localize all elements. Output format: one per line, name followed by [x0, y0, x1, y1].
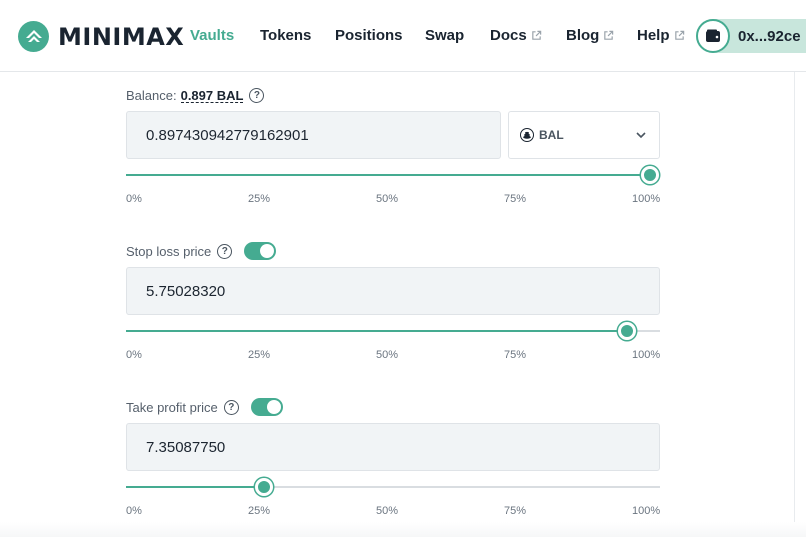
- stop-loss-slider[interactable]: [126, 321, 660, 341]
- slider-fill: [126, 174, 650, 176]
- balance-max-value[interactable]: 0.897 BAL: [180, 89, 244, 103]
- tick-100: 100%: [632, 193, 661, 205]
- help-icon[interactable]: ?: [217, 243, 233, 259]
- nav-docs[interactable]: Docs: [490, 27, 542, 44]
- nav-blog-label: Blog: [566, 27, 600, 44]
- nav-vaults-label: Vaults: [190, 27, 235, 44]
- nav-blog[interactable]: Blog: [566, 27, 614, 44]
- tick-25: 25%: [248, 505, 271, 517]
- wallet-icon: [696, 19, 730, 53]
- take-profit-input-value: 7.35087750: [146, 438, 226, 456]
- stop-loss-slider-ticks: 0% 25% 50% 75% 100%: [126, 349, 660, 363]
- slider-thumb[interactable]: [641, 166, 659, 184]
- stop-loss-input[interactable]: 5.75028320: [126, 267, 660, 315]
- take-profit-slider-ticks: 0% 25% 50% 75% 100%: [126, 505, 660, 519]
- tick-25: 25%: [248, 193, 271, 205]
- nav-swap[interactable]: Swap: [425, 27, 464, 44]
- tick-50: 50%: [376, 193, 399, 205]
- nav-positions-label: Positions: [335, 27, 403, 44]
- take-profit-label-row: Take profit price ?: [126, 398, 283, 416]
- chevron-down-icon: [636, 132, 646, 139]
- nav-help[interactable]: Help: [637, 27, 685, 44]
- tick-0: 0%: [126, 505, 142, 517]
- stop-loss-toggle[interactable]: [244, 242, 277, 260]
- slider-fill: [126, 486, 264, 488]
- balance-slider[interactable]: [126, 165, 660, 185]
- external-link-icon: [604, 30, 614, 40]
- top-navigation-bar: MINIMAX Vaults Tokens Positions Swap Doc…: [0, 0, 806, 72]
- minimax-logo-icon: [18, 21, 49, 52]
- take-profit-toggle[interactable]: [250, 398, 283, 416]
- take-profit-label: Take profit price: [126, 399, 218, 415]
- token-select-value: BAL: [539, 128, 564, 142]
- brand-name: MINIMAX: [58, 22, 185, 51]
- slider-thumb[interactable]: [618, 322, 637, 340]
- slider-fill: [126, 330, 628, 332]
- nav-swap-label: Swap: [425, 27, 465, 44]
- help-icon[interactable]: ?: [249, 88, 265, 103]
- stop-loss-input-value: 5.75028320: [146, 282, 226, 300]
- scroll-divider: [794, 72, 795, 537]
- balance-label-row: Balance: 0.897 BAL ?: [126, 88, 265, 103]
- nav-positions[interactable]: Positions: [335, 27, 403, 44]
- amount-input[interactable]: 0.897430942779162901: [126, 111, 501, 159]
- external-link-icon: [674, 30, 684, 40]
- toggle-knob: [266, 400, 281, 414]
- wallet-address: 0x...92ce: [738, 27, 801, 45]
- bal-token-icon: [520, 128, 534, 142]
- tick-75: 75%: [504, 193, 527, 205]
- external-link-icon: [531, 30, 541, 40]
- nav-docs-label: Docs: [490, 27, 527, 44]
- slider-thumb[interactable]: [254, 478, 273, 496]
- amount-input-value: 0.897430942779162901: [146, 126, 309, 144]
- token-select[interactable]: BAL: [508, 111, 660, 159]
- tick-0: 0%: [126, 349, 142, 361]
- stop-loss-label-row: Stop loss price ?: [126, 242, 277, 260]
- balance-label: Balance:: [126, 88, 177, 103]
- tick-100: 100%: [632, 505, 661, 517]
- wallet-button[interactable]: 0x...92ce: [696, 19, 806, 53]
- tick-75: 75%: [504, 505, 527, 517]
- help-icon[interactable]: ?: [223, 399, 239, 415]
- take-profit-input[interactable]: 7.35087750: [126, 423, 660, 471]
- take-profit-slider[interactable]: [126, 477, 660, 497]
- tick-75: 75%: [504, 349, 527, 361]
- balance-slider-ticks: 0% 25% 50% 75% 100%: [126, 193, 660, 207]
- bottom-edge: [0, 522, 806, 537]
- nav-vaults[interactable]: Vaults: [190, 27, 234, 44]
- tick-100: 100%: [632, 349, 661, 361]
- tick-0: 0%: [126, 193, 142, 205]
- toggle-knob: [260, 244, 275, 258]
- nav-tokens[interactable]: Tokens: [260, 27, 311, 44]
- nav-tokens-label: Tokens: [260, 27, 312, 44]
- tick-50: 50%: [376, 505, 399, 517]
- stop-loss-label: Stop loss price: [126, 243, 212, 259]
- brand-logo[interactable]: MINIMAX: [18, 21, 184, 52]
- tick-50: 50%: [376, 349, 399, 361]
- nav-help-label: Help: [637, 27, 670, 44]
- tick-25: 25%: [248, 349, 271, 361]
